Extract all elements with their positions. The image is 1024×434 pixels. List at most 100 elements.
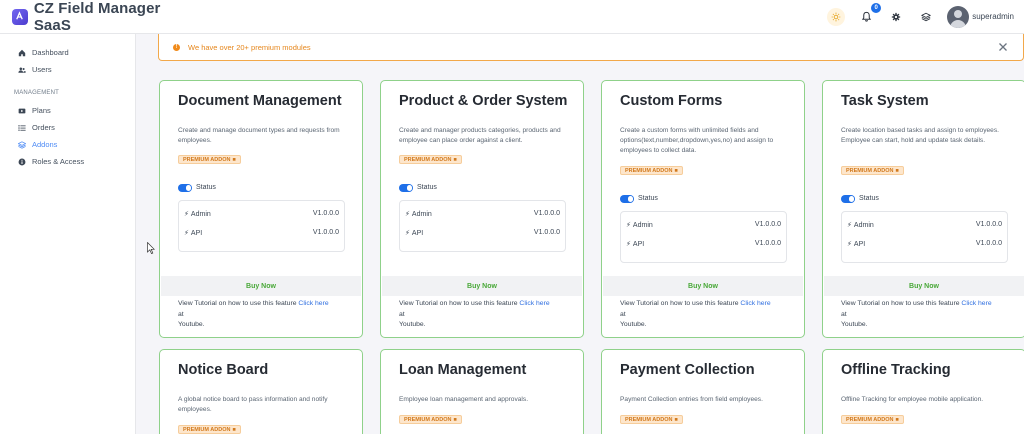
tutorial-link[interactable]: Click here (298, 300, 328, 307)
sidebar-item-label: Dashboard (32, 48, 69, 57)
addon-card-loan-management: Loan Management Employee loan management… (380, 349, 584, 434)
premium-addon-badge: PREMIUM ADDON ■ (620, 166, 683, 175)
versions-box: ⚡︎ Admin V1.0.0.0 ⚡︎ API V1.0.0.0 (399, 200, 566, 252)
status-toggle[interactable] (841, 195, 855, 203)
notifications-button[interactable]: 0 (857, 2, 882, 26)
notification-count-badge: 0 (871, 2, 882, 13)
status-toggle[interactable] (620, 195, 634, 203)
admin-version: V1.0.0.0 (533, 210, 560, 217)
addon-card-custom-forms: Custom Forms Create a custom forms with … (601, 80, 805, 338)
premium-addon-badge: PREMIUM ADDON ■ (399, 155, 462, 164)
bolt-icon: ⚡︎ (847, 222, 852, 229)
tutorial-link[interactable]: Click here (961, 300, 991, 307)
lock-icon: ■ (232, 156, 236, 163)
user-menu[interactable]: superadmin (947, 5, 1014, 28)
avatar (947, 5, 970, 28)
users-icon (18, 67, 26, 73)
sidebar-item-users[interactable]: Users (0, 61, 135, 78)
status-label: Status (196, 184, 216, 192)
versions-box: ⚡︎ Admin V1.0.0.0 ⚡︎ API V1.0.0.0 (178, 200, 345, 252)
sidebar-item-label: Plans (32, 106, 51, 115)
lock-icon: ■ (232, 426, 236, 433)
buy-now-button[interactable]: Buy Now (824, 276, 1024, 296)
premium-addon-badge: PREMIUM ADDON ■ (399, 415, 462, 424)
tutorial-link[interactable]: Click here (519, 300, 549, 307)
tutorial-text: View Tutorial on how to use this feature… (620, 300, 771, 328)
premium-modules-alert: ! We have over 20+ premium modules (158, 34, 1024, 61)
tutorial-text: View Tutorial on how to use this feature… (178, 300, 329, 328)
layers-icon (921, 12, 932, 21)
admin-version: V1.0.0.0 (975, 221, 1002, 228)
api-version: V1.0.0.0 (533, 229, 560, 236)
bolt-icon: ⚡︎ (184, 230, 189, 237)
card-title: Loan Management (399, 362, 527, 378)
card-description: Create location based tasks and assign t… (841, 127, 999, 144)
theme-toggle-button[interactable] (827, 7, 846, 26)
addon-card-notice-board: Notice Board A global notice board to pa… (159, 349, 363, 434)
card-description: Employee loan management and approvals. (399, 396, 529, 403)
bolt-icon: ⚡︎ (626, 241, 631, 248)
card-description: Offline Tracking for employee mobile app… (841, 396, 984, 403)
status-toggle-row: Status (841, 195, 879, 203)
card-title: Task System (841, 93, 929, 109)
layers-button[interactable] (917, 8, 935, 26)
card-description: A global notice board to pass informatio… (178, 396, 328, 413)
tutorial-text: View Tutorial on how to use this feature… (841, 300, 992, 328)
admin-version: V1.0.0.0 (312, 210, 339, 217)
status-label: Status (859, 195, 879, 203)
brand[interactable]: CZ Field Manager SaaS (0, 0, 200, 34)
card-description: Payment Collection entries from field em… (620, 396, 763, 403)
card-title: Payment Collection (620, 362, 755, 378)
plans-icon (18, 108, 26, 113)
status-label: Status (638, 195, 658, 203)
sidebar-item-orders[interactable]: Orders (0, 119, 135, 136)
sidebar-item-addons[interactable]: Addons (0, 136, 135, 153)
card-description: Create and manage document types and req… (178, 127, 340, 144)
api-version: V1.0.0.0 (754, 240, 781, 247)
close-icon[interactable] (997, 41, 1009, 53)
sidebar-item-plans[interactable]: Plans (0, 102, 135, 119)
addon-card-task-system: Task System Create location based tasks … (822, 80, 1024, 338)
status-toggle[interactable] (178, 184, 192, 192)
tutorial-text: View Tutorial on how to use this feature… (399, 300, 550, 328)
status-label: Status (417, 184, 437, 192)
tutorial-link[interactable]: Click here (740, 300, 770, 307)
admin-label: Admin (853, 221, 874, 229)
lock-icon: ■ (674, 416, 678, 423)
api-label: API (411, 229, 424, 237)
brand-logo-icon (12, 8, 28, 25)
card-description: Create and manager products categories, … (399, 127, 561, 144)
sidebar-item-dashboard[interactable]: Dashboard (0, 44, 135, 61)
api-label: API (190, 229, 203, 237)
admin-label: Admin (190, 210, 211, 218)
sidebar: Dashboard Users MANAGEMENT Plans Orders … (0, 34, 136, 434)
buy-now-button[interactable]: Buy Now (161, 276, 361, 296)
sun-icon (827, 7, 846, 26)
addon-card-payment-collection: Payment Collection Payment Collection en… (601, 349, 805, 434)
api-version: V1.0.0.0 (975, 240, 1002, 247)
bolt-icon: ⚡︎ (847, 241, 852, 248)
username: superadmin (972, 12, 1014, 21)
sidebar-item-label: Roles & Access (32, 157, 85, 166)
alert-text: We have over 20+ premium modules (188, 42, 311, 52)
status-toggle-row: Status (178, 184, 216, 192)
premium-addon-badge: PREMIUM ADDON ■ (178, 155, 241, 164)
home-icon (18, 49, 26, 56)
alert-info-icon: ! (173, 43, 180, 51)
card-title: Custom Forms (620, 93, 723, 109)
api-version: V1.0.0.0 (312, 229, 339, 236)
buy-now-button[interactable]: Buy Now (603, 276, 803, 296)
settings-button[interactable] (887, 8, 905, 26)
status-toggle[interactable] (399, 184, 413, 192)
bolt-icon: ⚡︎ (184, 211, 189, 218)
sidebar-item-roles-access[interactable]: Roles & Access (0, 153, 135, 170)
sidebar-section-management: MANAGEMENT (14, 90, 60, 96)
versions-box: ⚡︎ Admin V1.0.0.0 ⚡︎ API V1.0.0.0 (841, 211, 1008, 263)
brand-title: CZ Field Manager SaaS (33, 0, 161, 34)
api-label: API (853, 240, 866, 248)
bolt-icon: ⚡︎ (405, 211, 410, 218)
bolt-icon: ⚡︎ (626, 222, 631, 229)
card-title: Offline Tracking (841, 362, 951, 378)
buy-now-button[interactable]: Buy Now (382, 276, 582, 296)
top-navbar: CZ Field Manager SaaS 0 superadmin (0, 0, 1024, 34)
